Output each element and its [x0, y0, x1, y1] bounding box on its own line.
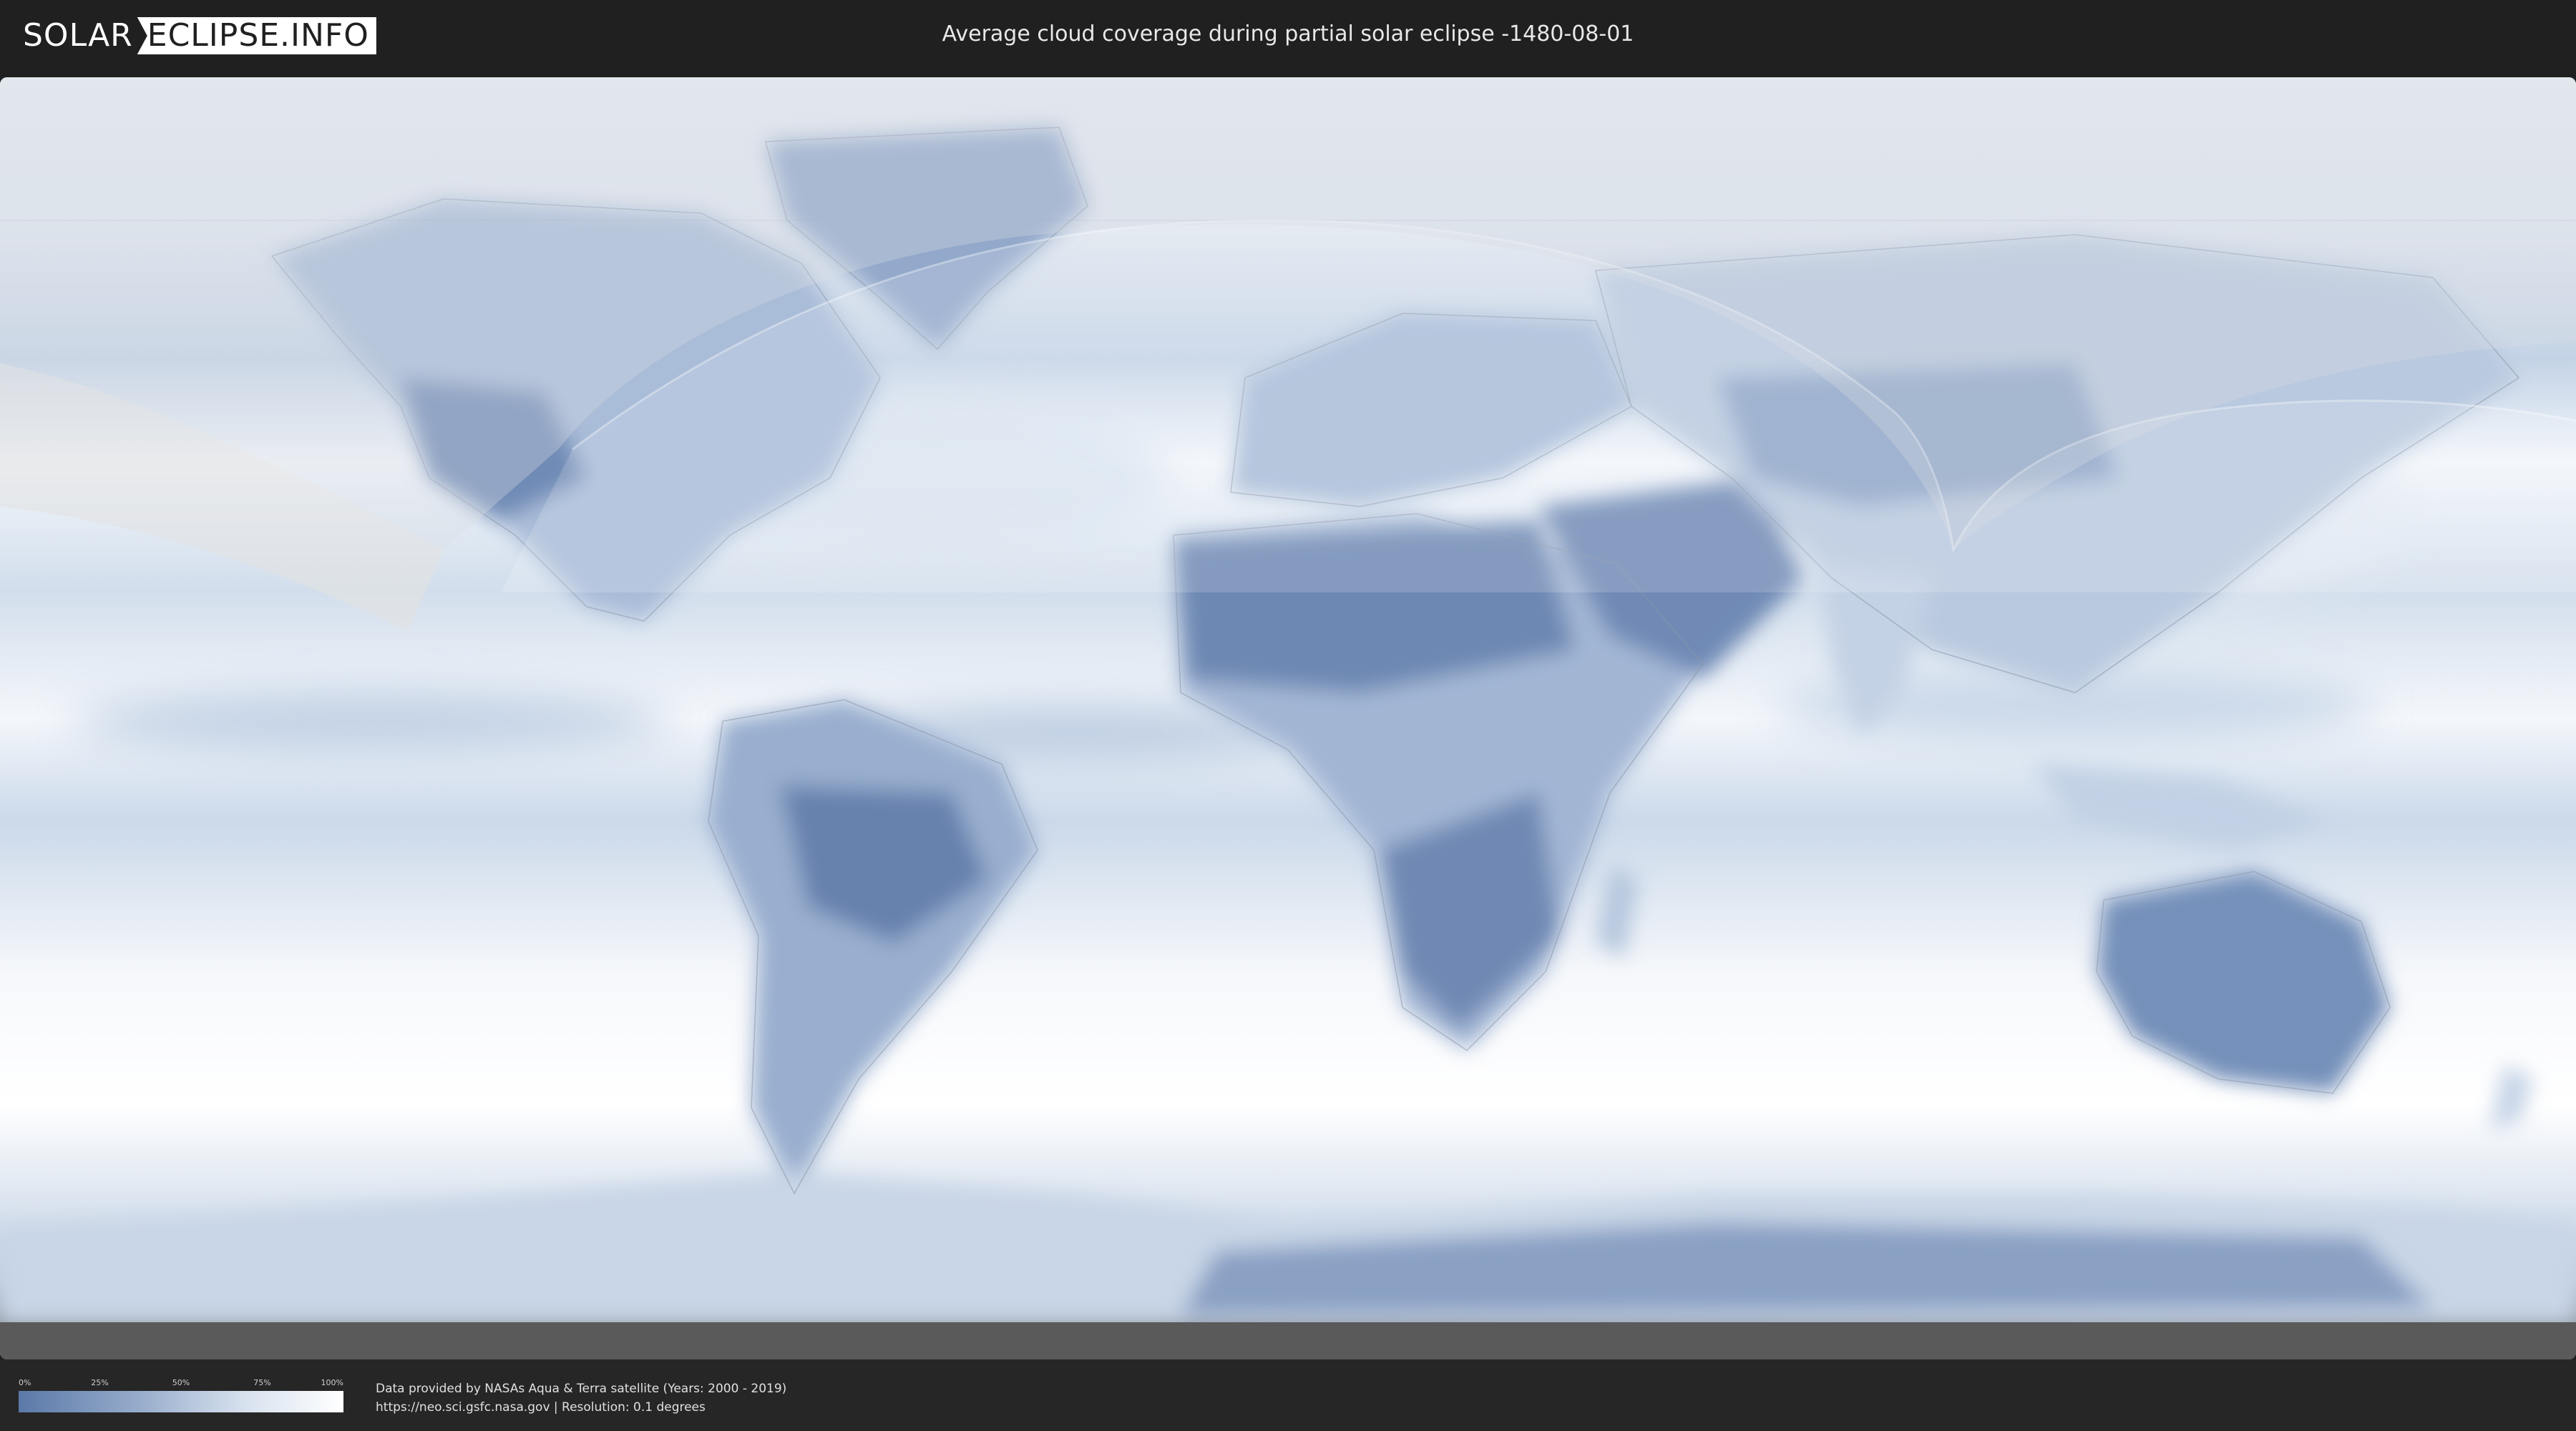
page-title: Average cloud coverage during partial so…	[942, 21, 1634, 47]
legend-color-bar	[19, 1391, 343, 1412]
credits-line-2[interactable]: https://neo.sci.gsfc.nasa.gov | Resoluti…	[376, 1398, 786, 1417]
legend-tick-25: 25%	[91, 1378, 109, 1387]
legend-tick-100: 100%	[321, 1378, 343, 1387]
credits-line-1: Data provided by NASAs Aqua & Terra sate…	[376, 1382, 787, 1396]
legend-tick-0: 0%	[19, 1378, 31, 1387]
data-credits: Data provided by NASAs Aqua & Terra sate…	[376, 1379, 786, 1417]
world-map-svg	[0, 77, 2576, 1359]
footer-bar: 0% 25% 50% 75% 100% Data provided by NAS…	[0, 1359, 2576, 1431]
legend-tick-75: 75%	[253, 1378, 271, 1387]
header-bar: SOLAR ECLIPSE.INFO Average cloud coverag…	[0, 0, 2576, 72]
map-bottom-strip	[0, 1322, 2576, 1359]
cloud-coverage-map[interactable]	[0, 77, 2576, 1359]
legend-ticks: 0% 25% 50% 75% 100%	[19, 1378, 343, 1391]
cloud-coverage-legend: 0% 25% 50% 75% 100%	[19, 1378, 343, 1412]
legend-tick-50: 50%	[172, 1378, 190, 1387]
